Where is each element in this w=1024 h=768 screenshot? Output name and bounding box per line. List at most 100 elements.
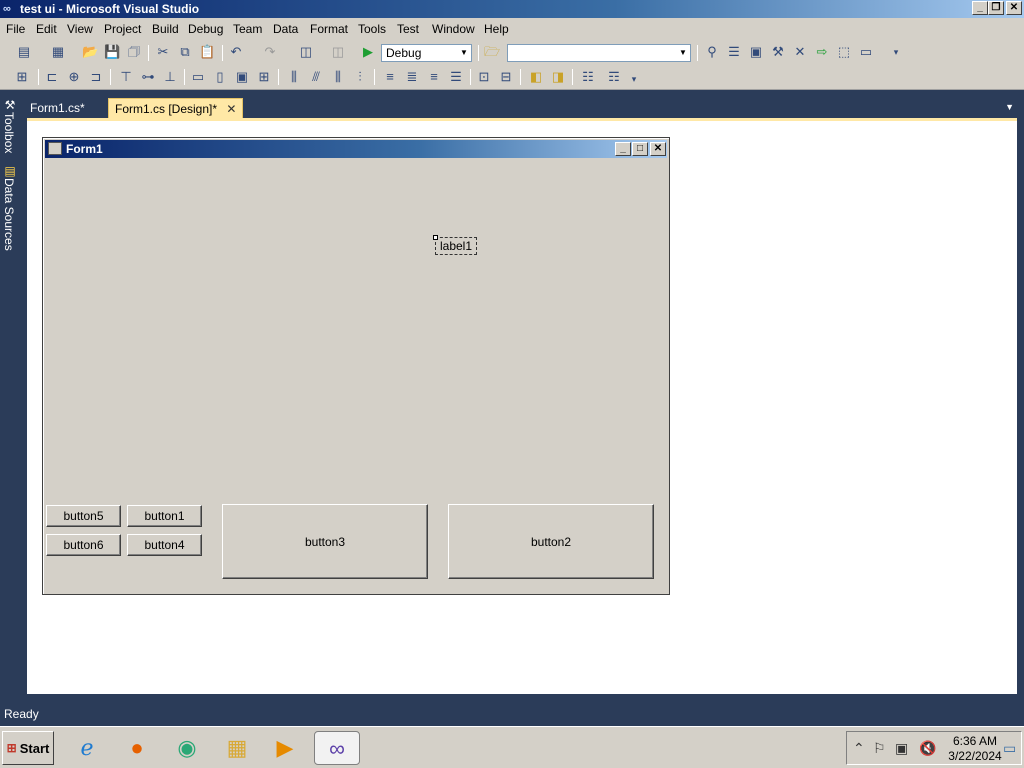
increase-vertical-spacing-icon[interactable]: ≣ [404,69,420,85]
remove-horizontal-spacing-icon[interactable]: ⫶ [352,69,368,85]
tools-icon[interactable]: ✕ [792,44,808,60]
redo-icon[interactable]: ↷ [262,44,278,60]
toolbox-tab[interactable]: ⚒ Toolbox [0,98,20,153]
align-tops-icon[interactable]: ⊤ [118,69,134,85]
size-to-grid-icon[interactable]: ⊞ [256,69,272,85]
form-maximize-button[interactable]: □ [632,142,648,156]
form-close-button[interactable]: ✕ [650,142,666,156]
show-desktop-icon[interactable]: ▭ [1003,740,1016,757]
undo-icon[interactable]: ↶ [228,44,244,60]
start-debugging-icon[interactable]: ▶ [360,44,376,60]
paste-icon[interactable]: 📋 [199,44,215,60]
align-lefts-icon[interactable]: ⊏ [44,69,60,85]
show-hidden-icons-icon[interactable]: ⌃ [853,740,865,757]
cut-icon[interactable]: ✂ [155,44,171,60]
send-to-back-icon[interactable]: ◨ [550,69,566,85]
save-icon[interactable]: 💾 [104,44,120,60]
data-sources-tab[interactable]: ▤ Data Sources [0,164,20,251]
properties-icon[interactable]: ☰ [726,44,742,60]
restore-button[interactable]: ❐ [988,1,1004,15]
file-explorer-icon[interactable]: ▦ [220,731,254,765]
clock[interactable]: 6:36 AM 3/22/2024 [947,734,1003,764]
button2[interactable]: button2 [448,504,654,579]
solution-explorer-icon[interactable]: ⚲ [704,44,720,60]
menu-edit[interactable]: Edit [36,22,57,36]
lock-controls-icon[interactable]: ☶ [606,69,622,85]
align-bottoms-icon[interactable]: ⊥ [162,69,178,85]
active-files-dropdown-icon[interactable]: ▼ [1005,102,1014,112]
add-item-icon[interactable]: ▦ [50,44,66,60]
class-view-icon[interactable]: ⬚ [836,44,852,60]
bring-to-front-icon[interactable]: ◧ [528,69,544,85]
menu-team[interactable]: Team [233,22,262,36]
make-same-height-icon[interactable]: ▯ [212,69,228,85]
open-file-icon[interactable]: 📂 [82,44,98,60]
button4[interactable]: button4 [127,534,202,556]
button1[interactable]: button1 [127,505,202,527]
app-icon[interactable]: ◉ [170,731,204,765]
layout-toolbar: ⊞ ⊏ ⊕ ⊐ ⊤ ⊶ ⊥ ▭ ▯ ▣ ⊞ ⫼ ⫻ ⫼ ⫶ ≡ ≣ ≡ ☰ ⊡ … [0,64,1024,90]
start-page-icon[interactable]: ⇨ [814,44,830,60]
tab-form1-design[interactable]: Form1.cs [Design]* ✕ [108,98,244,118]
label1[interactable]: label1 [433,235,477,255]
solution-configuration-select[interactable]: Debug ▼ [381,44,472,62]
center-vertically-icon[interactable]: ⊟ [498,69,514,85]
find-combo[interactable]: ▼ [507,44,691,62]
firefox-icon[interactable]: ● [120,731,154,765]
menu-debug[interactable]: Debug [188,22,223,36]
internet-explorer-icon[interactable]: ℯ [70,731,104,765]
command-window-icon[interactable]: ▭ [858,44,874,60]
vertical-spacing-equal-icon[interactable]: ≡ [382,69,398,85]
copy-icon[interactable]: ⧉ [177,44,193,60]
media-player-icon[interactable]: ▶ [268,731,302,765]
visual-studio-taskbar-button[interactable]: ∞ [314,731,360,765]
decrease-vertical-spacing-icon[interactable]: ≡ [426,69,442,85]
menu-window[interactable]: Window [432,22,475,36]
make-same-width-icon[interactable]: ▭ [190,69,206,85]
selection-handle[interactable] [433,235,438,240]
increase-horizontal-spacing-icon[interactable]: ⫻ [308,69,324,85]
find-in-files-icon[interactable]: 🗁 [484,44,500,60]
save-all-icon[interactable]: 🗇 [126,44,142,60]
align-rights-icon[interactable]: ⊐ [88,69,104,85]
close-button[interactable]: ✕ [1006,1,1022,15]
button5[interactable]: button5 [46,505,121,527]
new-project-icon[interactable]: ▤ [16,44,32,60]
menu-view[interactable]: View [67,22,93,36]
form1-window[interactable]: Form1 _ □ ✕ label1 button5 button1 butto… [42,137,670,595]
button6[interactable]: button6 [46,534,121,556]
center-horizontally-icon[interactable]: ⊡ [476,69,492,85]
minimize-button[interactable]: _ [972,1,988,15]
menu-file[interactable]: File [6,22,25,36]
menu-format[interactable]: Format [310,22,348,36]
menu-build[interactable]: Build [152,22,179,36]
object-browser-icon[interactable]: ▣ [748,44,764,60]
menu-project[interactable]: Project [104,22,141,36]
horizontal-spacing-equal-icon[interactable]: ⫼ [286,69,302,85]
align-centers-icon[interactable]: ⊕ [66,69,82,85]
button3[interactable]: button3 [222,504,428,579]
flag-icon[interactable]: ⚐ [873,740,886,757]
toolbar-options-icon[interactable]: ▾ [888,44,904,60]
tab-form1-cs[interactable]: Form1.cs* [24,98,91,118]
align-middles-icon[interactable]: ⊶ [140,69,156,85]
make-same-size-icon[interactable]: ▣ [234,69,250,85]
network-icon[interactable]: ▣ [895,740,908,757]
menu-tools[interactable]: Tools [358,22,386,36]
visual-studio-icon: ∞ [3,3,11,15]
toolbox-icon[interactable]: ⚒ [770,44,786,60]
tab-order-icon[interactable]: ☷ [580,69,596,85]
menu-test[interactable]: Test [397,22,419,36]
align-to-grid-icon[interactable]: ⊞ [14,69,30,85]
remove-vertical-spacing-icon[interactable]: ☰ [448,69,464,85]
decrease-horizontal-spacing-icon[interactable]: ⫼ [330,69,346,85]
start-button[interactable]: ⊞ Start [2,731,54,765]
form-minimize-button[interactable]: _ [615,142,631,156]
close-tab-icon[interactable]: ✕ [226,102,236,116]
volume-muted-icon[interactable]: 🔇 [919,740,936,757]
navigate-forward-icon[interactable]: ◫ [330,44,346,60]
toolbar-options-icon[interactable]: ▾ [626,71,642,87]
menu-data[interactable]: Data [273,22,298,36]
menu-help[interactable]: Help [484,22,509,36]
navigate-backward-icon[interactable]: ◫ [298,44,314,60]
